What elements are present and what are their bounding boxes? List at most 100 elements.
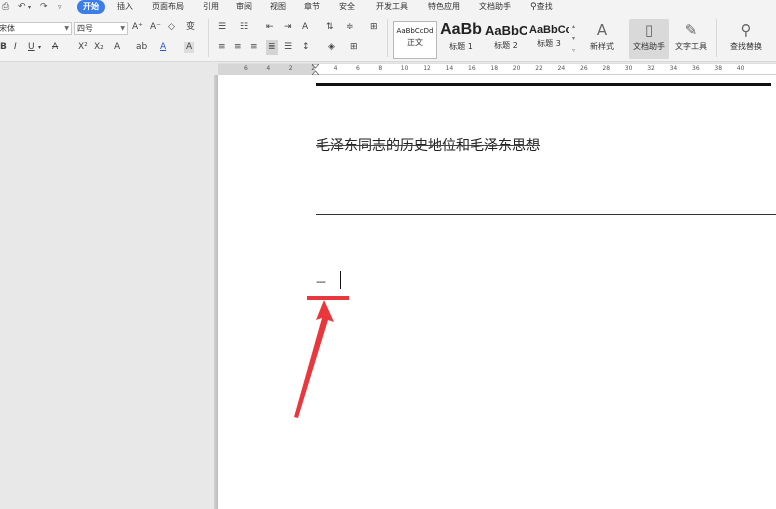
tab-special-apps[interactable]: 特色应用 — [428, 0, 460, 14]
borders-icon[interactable]: ⊞ — [350, 42, 358, 53]
align-right-icon[interactable]: ≡ — [250, 42, 258, 53]
ruler-number: 6 — [356, 65, 360, 72]
ruler-number: 30 — [624, 65, 633, 72]
tab-view[interactable]: 视图 — [270, 0, 286, 14]
search-label: 查找 — [536, 2, 553, 11]
ribbon-toolbar: 宋体 ▼ 四号 ▼ A⁺ A⁻ ◇ 变 B I U ▾ A X² X₂ A ab… — [0, 15, 776, 62]
ruler-number: 40 — [736, 65, 745, 72]
chinese-layout-icon[interactable]: A — [302, 22, 308, 33]
ruler-number: 38 — [714, 65, 723, 72]
increase-indent-icon[interactable]: ⇥ — [284, 22, 292, 33]
justify-icon[interactable]: ≣ — [266, 40, 278, 55]
ruler-number: 20 — [512, 65, 521, 72]
sort-icon[interactable]: ⇅ — [326, 22, 334, 33]
text-tools-label: 文字工具 — [675, 42, 707, 51]
style-heading-3[interactable]: AaBbCc 标题 3 — [529, 21, 569, 59]
tab-doc-assistant[interactable]: 文档助手 — [479, 0, 511, 14]
chevron-down-icon[interactable]: ▾ — [38, 42, 41, 53]
font-size-value: 四号 — [77, 24, 93, 33]
document-title[interactable]: 毛泽东同志的历史地位和毛泽东思想 — [316, 135, 540, 155]
new-style-label: 新样式 — [590, 42, 614, 51]
superscript-icon[interactable]: X² — [78, 42, 88, 53]
find-replace-label: 查找替换 — [730, 42, 762, 51]
style-preview: AaBbC — [485, 23, 527, 38]
align-left-icon[interactable]: ≡ — [218, 42, 226, 53]
strikethrough-icon[interactable]: A — [52, 42, 58, 53]
horizontal-ruler[interactable]: 6 4 2 2 4 6 8 10 12 14 16 18 20 22 24 26 28 30 32 34 36 38 40 — [218, 63, 776, 75]
ruler-number: 18 — [490, 65, 499, 72]
customize-toolbar-icon[interactable]: ▿ — [58, 2, 62, 13]
tab-security[interactable]: 安全 — [339, 0, 355, 14]
style-heading-2[interactable]: AaBbC 标题 2 — [485, 21, 527, 59]
search-box[interactable]: ⚲查找 — [530, 0, 553, 14]
tab-page-layout[interactable]: 页面布局 — [152, 0, 184, 14]
tab-references[interactable]: 引用 — [203, 0, 219, 14]
wrench-icon: ✎ — [684, 21, 698, 39]
tab-home[interactable]: 开始 — [77, 0, 105, 14]
style-label: 标题 3 — [537, 39, 561, 48]
phonetic-guide-icon[interactable]: 变 — [186, 22, 195, 33]
table-icon[interactable]: ⊞ — [370, 22, 378, 33]
ruler-number: 8 — [378, 65, 383, 72]
strikethrough-line — [316, 145, 540, 146]
bullet-list-icon[interactable]: ☰ — [218, 22, 226, 33]
italic-icon[interactable]: I — [14, 42, 17, 53]
doc-assistant-label: 文档助手 — [633, 42, 665, 51]
ruler-number: 6 — [244, 65, 248, 72]
indent-marker-icon[interactable] — [312, 64, 319, 75]
ruler-number: 22 — [535, 65, 543, 72]
undo-icon[interactable]: ↶ — [18, 2, 26, 13]
show-marks-icon[interactable]: ≑ — [346, 22, 354, 33]
font-color-icon[interactable]: A — [160, 42, 166, 53]
style-label: 标题 1 — [449, 42, 473, 51]
ruler-number: 2 — [288, 65, 293, 72]
shading-icon[interactable]: ◈ — [328, 42, 335, 53]
styles-scroll-icon[interactable]: ▴ ▾ ▿ — [572, 21, 575, 57]
line-spacing-icon[interactable]: ↕ — [302, 42, 310, 53]
align-center-icon[interactable]: ≡ — [234, 42, 242, 53]
style-preview: AaBb — [440, 21, 482, 38]
document-icon: ▯ — [644, 21, 654, 39]
divider — [208, 19, 209, 57]
ruler-number: 14 — [445, 65, 454, 72]
shrink-font-icon[interactable]: A⁻ — [150, 22, 161, 33]
char-shading-icon[interactable]: A — [184, 42, 195, 53]
distributed-align-icon[interactable]: ☰ — [284, 42, 292, 53]
doc-assistant-button[interactable]: ▯ 文档助手 — [629, 19, 669, 59]
font-size-select[interactable]: 四号 ▼ — [74, 22, 128, 35]
ruler-number: 12 — [423, 65, 431, 72]
header-rule — [316, 83, 771, 86]
numbered-list-icon[interactable]: ☷ — [240, 22, 248, 33]
decrease-indent-icon[interactable]: ⇤ — [266, 22, 274, 33]
document-page[interactable]: 毛泽东同志的历史地位和毛泽东思想 --- — [218, 75, 776, 509]
text-effect-icon[interactable]: A — [114, 42, 120, 53]
tab-developer[interactable]: 开发工具 — [376, 0, 408, 14]
ruler-number: 4 — [333, 65, 338, 72]
document-title-text: 毛泽东同志的历史地位和毛泽东思想 — [316, 138, 540, 154]
divider — [716, 19, 717, 57]
bold-icon[interactable]: B — [0, 42, 7, 53]
find-replace-button[interactable]: ⚲ 查找替换 — [724, 19, 768, 52]
font-name-select[interactable]: 宋体 ▼ — [0, 22, 72, 35]
style-heading-1[interactable]: AaBb 标题 1 — [439, 21, 483, 59]
highlight-icon[interactable]: ab — [136, 42, 147, 53]
text-tools-button[interactable]: ✎ 文字工具 — [672, 19, 710, 52]
undo-dropdown-icon[interactable]: ▾ — [28, 2, 31, 13]
divider — [387, 19, 388, 57]
typed-dashes[interactable]: --- — [316, 275, 326, 288]
clear-format-icon[interactable]: ◇ — [168, 22, 175, 33]
tab-chapter[interactable]: 章节 — [304, 0, 320, 14]
tab-review[interactable]: 审阅 — [236, 0, 252, 14]
underline-icon[interactable]: U — [28, 42, 35, 53]
new-style-button[interactable]: A 新样式 — [584, 19, 620, 52]
tab-insert[interactable]: 插入 — [117, 0, 133, 14]
subscript-icon[interactable]: X₂ — [94, 42, 104, 53]
grow-font-icon[interactable]: A⁺ — [132, 22, 143, 33]
style-preview: AaBbCcDd — [396, 27, 434, 35]
style-label: 正文 — [407, 38, 423, 47]
text-cursor — [340, 271, 341, 289]
style-normal[interactable]: AaBbCcDd 正文 — [393, 21, 437, 59]
redo-icon[interactable]: ↷ — [40, 2, 48, 13]
print-preview-icon[interactable]: ⎙ — [2, 2, 9, 13]
chevron-down-icon: ▼ — [120, 25, 125, 32]
